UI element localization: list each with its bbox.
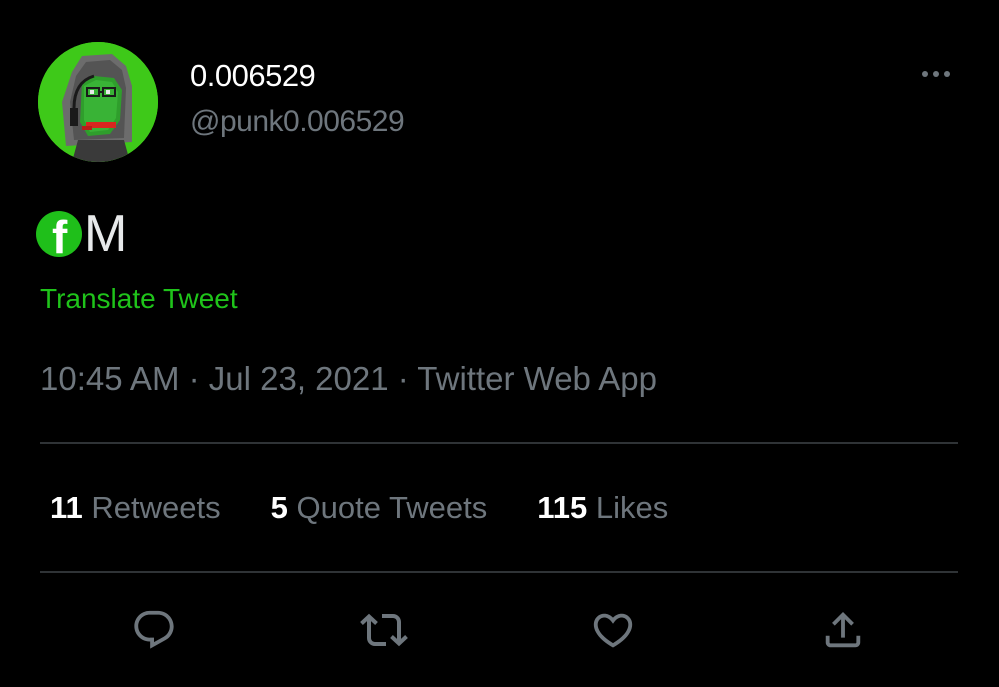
likes-label: Likes — [587, 490, 669, 525]
more-options-button[interactable] — [914, 60, 958, 88]
reply-icon — [134, 610, 174, 649]
quote-tweets-label: Quote Tweets — [287, 490, 488, 525]
likes-count: 115 — [537, 490, 588, 525]
pixel-pepe-avatar-icon — [38, 42, 158, 162]
tweet-actions — [0, 603, 999, 657]
retweets-count: 11 — [50, 490, 83, 525]
tweet-text-content: M — [84, 205, 128, 263]
ellipsis-icon — [933, 71, 939, 77]
share-button[interactable] — [816, 603, 870, 657]
likes-stat[interactable]: 115 Likes — [537, 490, 668, 526]
tweet-stats: 11 Retweets 5 Quote Tweets 115 Likes — [50, 490, 718, 526]
translate-tweet-link[interactable]: Translate Tweet — [40, 283, 238, 315]
facebook-icon: f — [36, 211, 82, 257]
author-display-name[interactable]: 0.006529 — [190, 58, 316, 94]
share-icon — [825, 611, 861, 648]
quote-tweets-count: 5 — [270, 490, 288, 525]
heart-icon — [593, 613, 633, 648]
ellipsis-icon — [944, 71, 950, 77]
divider — [40, 442, 958, 444]
author-avatar[interactable] — [38, 42, 158, 162]
divider — [40, 571, 958, 573]
quote-tweets-stat[interactable]: 5 Quote Tweets — [271, 490, 488, 526]
retweets-stat[interactable]: 11 Retweets — [50, 490, 221, 526]
retweet-icon — [360, 613, 408, 647]
tweet-text: f M — [36, 206, 127, 262]
ellipsis-icon — [922, 71, 928, 77]
retweet-button[interactable] — [357, 603, 411, 657]
retweets-label: Retweets — [82, 490, 221, 525]
like-button[interactable] — [586, 603, 640, 657]
author-handle[interactable]: @punk0.006529 — [190, 105, 405, 139]
tweet-timestamp[interactable]: 10:45 AM · Jul 23, 2021 · Twitter Web Ap… — [40, 360, 657, 398]
reply-button[interactable] — [127, 603, 181, 657]
